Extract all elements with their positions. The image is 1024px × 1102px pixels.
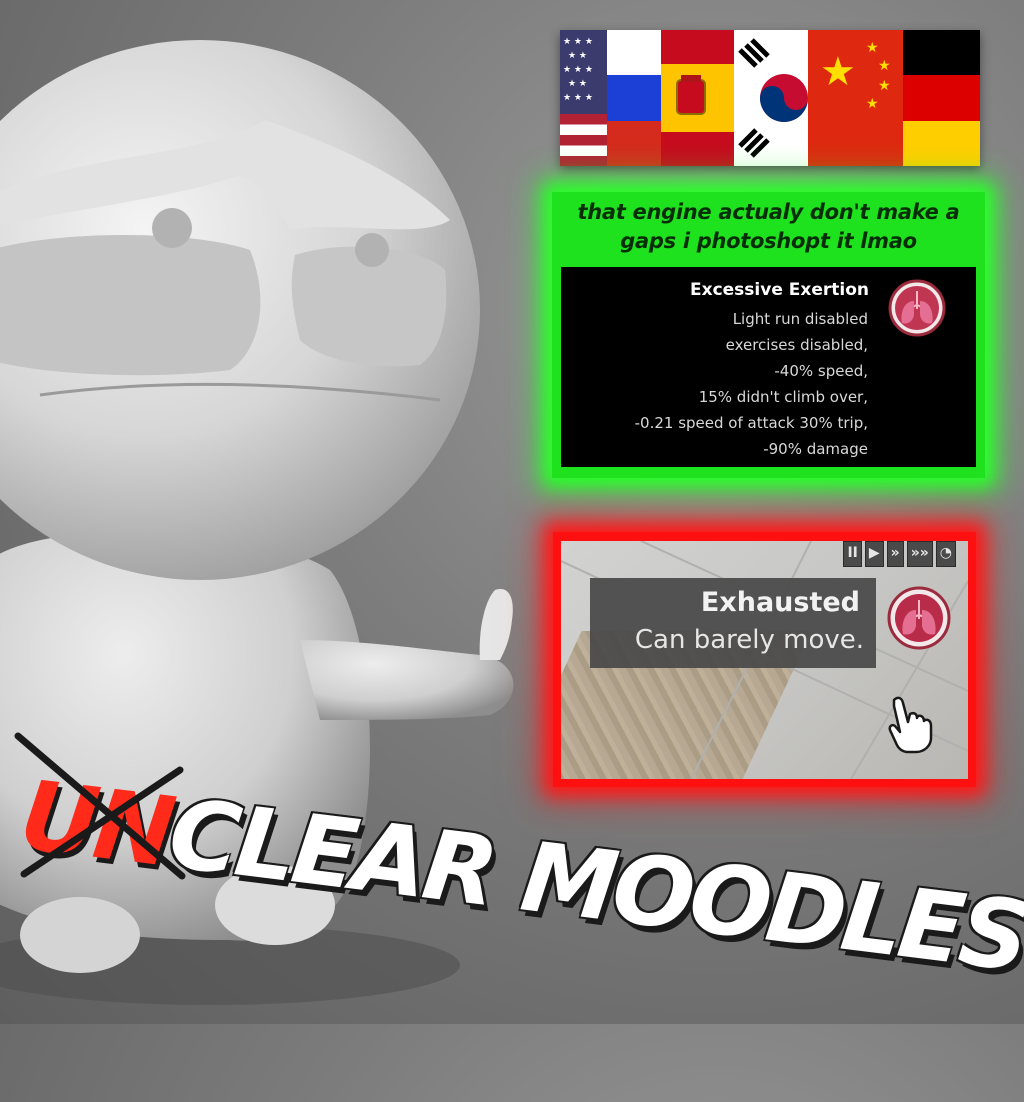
wait-button[interactable]: ◔	[935, 541, 956, 567]
svg-text:★ ★ ★: ★ ★ ★	[563, 37, 593, 47]
green-caption: that engine actualy don't make a gaps i …	[552, 198, 985, 256]
fast-forward-button[interactable]: »	[886, 541, 904, 567]
lungs-icon	[888, 279, 946, 337]
caption-line-2: gaps i photoshopt it lmao	[620, 229, 917, 253]
exhausted-tooltip: Exhausted Can barely move.	[590, 578, 876, 668]
exertion-title: Excessive Exertion	[689, 280, 869, 300]
svg-text:★: ★	[878, 58, 891, 74]
thumbnail-canvas: ★ ★ ★ ★ ★ ★ ★ ★ ★ ★ ★ ★ ★ ★ ★ ★ ★ ★ that…	[0, 0, 1024, 1024]
main-title: CLEAR MOODLES	[163, 777, 1024, 994]
caption-line-1: that engine actualy don't make a	[577, 200, 960, 224]
svg-text:★: ★	[866, 40, 879, 56]
modded-moodle-panel: that engine actualy don't make a gaps i …	[552, 192, 985, 478]
flag-germany-icon	[903, 30, 980, 166]
flag-spain-icon	[661, 30, 734, 166]
tooltip-title: Exhausted	[700, 587, 860, 618]
effect-line: -0.21 speed of attack 30% trip,	[634, 414, 868, 432]
effect-line: exercises disabled,	[725, 336, 868, 354]
svg-text:★: ★	[866, 96, 879, 112]
pause-button[interactable]: II	[843, 541, 862, 567]
svg-text:★ ★: ★ ★	[568, 51, 587, 61]
flag-russia-icon	[607, 30, 661, 166]
svg-text:★ ★ ★: ★ ★ ★	[563, 93, 593, 103]
exertion-effects: Light run disabled exercises disabled, -…	[635, 306, 868, 462]
faster-forward-button[interactable]: »»	[906, 541, 933, 567]
effect-line: Light run disabled	[732, 310, 868, 328]
game-screenshot: II ▶ » »» ◔ Exhausted Can barely move.	[561, 541, 968, 779]
tooltip-description: Can barely move.	[634, 625, 864, 655]
play-button[interactable]: ▶	[864, 541, 884, 567]
effect-line: -90% damage	[763, 440, 868, 458]
flag-usa-icon: ★ ★ ★ ★ ★ ★ ★ ★ ★ ★ ★ ★ ★	[560, 30, 607, 166]
vanilla-moodle-panel: II ▶ » »» ◔ Exhausted Can barely move.	[553, 532, 976, 787]
flag-china-icon: ★ ★ ★ ★ ★	[808, 30, 903, 166]
hand-pointer-icon	[888, 696, 933, 754]
speed-controls: II ▶ » »» ◔	[843, 541, 956, 567]
flag-south-korea-icon	[734, 30, 808, 166]
svg-text:★ ★ ★: ★ ★ ★	[563, 65, 593, 75]
strike-through-x-icon	[14, 732, 186, 880]
exertion-tooltip: Excessive Exertion Light run disabled ex…	[561, 267, 976, 467]
svg-text:★: ★	[820, 49, 856, 95]
svg-text:★ ★: ★ ★	[568, 79, 587, 89]
language-flags-strip: ★ ★ ★ ★ ★ ★ ★ ★ ★ ★ ★ ★ ★ ★ ★ ★ ★ ★	[560, 30, 980, 166]
lungs-icon[interactable]	[887, 586, 951, 650]
svg-text:★: ★	[878, 78, 891, 94]
effect-line: 15% didn't climb over,	[698, 388, 868, 406]
effect-line: -40% speed,	[774, 362, 868, 380]
